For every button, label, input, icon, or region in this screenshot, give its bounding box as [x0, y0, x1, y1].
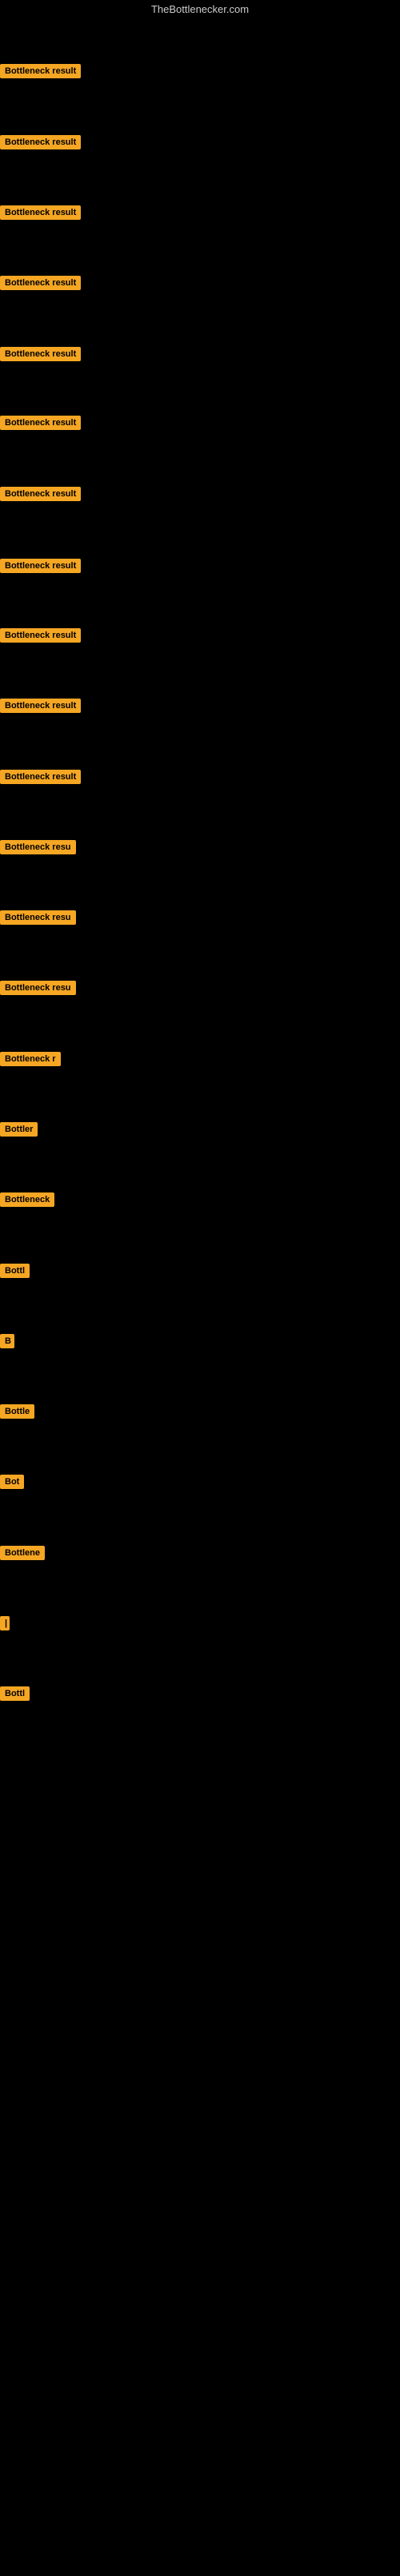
- bottleneck-result-badge[interactable]: B: [0, 1334, 14, 1348]
- bottleneck-result-badge[interactable]: Bottleneck result: [0, 64, 81, 78]
- bottleneck-result-badge[interactable]: Bottleneck result: [0, 699, 81, 713]
- bottleneck-result-row: Bottler: [0, 1122, 38, 1141]
- bottleneck-result-badge[interactable]: Bottl: [0, 1686, 30, 1701]
- bottleneck-result-badge[interactable]: Bottleneck result: [0, 205, 81, 220]
- bottleneck-result-row: Bottleneck result: [0, 559, 81, 577]
- bottleneck-result-badge[interactable]: Bottleneck result: [0, 276, 81, 290]
- bottleneck-result-row: Bottleneck result: [0, 347, 81, 365]
- bottleneck-result-badge[interactable]: Bottleneck: [0, 1192, 54, 1207]
- bottleneck-result-badge[interactable]: Bottleneck r: [0, 1052, 61, 1066]
- bottleneck-result-badge[interactable]: Bottleneck result: [0, 487, 81, 501]
- bottleneck-result-badge[interactable]: Bottleneck resu: [0, 981, 76, 995]
- bottleneck-result-row: Bottl: [0, 1686, 30, 1705]
- bottleneck-result-row: Bottleneck result: [0, 699, 81, 717]
- bottleneck-result-row: Bottleneck result: [0, 628, 81, 647]
- bottleneck-result-badge[interactable]: Bottleneck result: [0, 628, 81, 643]
- bottleneck-result-row: Bottleneck result: [0, 276, 81, 294]
- bottleneck-result-row: Bottleneck: [0, 1192, 54, 1211]
- bottleneck-result-row: Bottleneck result: [0, 64, 81, 82]
- bottleneck-result-badge[interactable]: Bottleneck result: [0, 416, 81, 430]
- bottleneck-result-row: |: [0, 1616, 10, 1634]
- bottleneck-result-row: Bottleneck result: [0, 487, 81, 505]
- bottleneck-result-badge[interactable]: |: [0, 1616, 10, 1630]
- bottleneck-result-badge[interactable]: Bottleneck result: [0, 559, 81, 573]
- bottleneck-result-row: Bottle: [0, 1404, 34, 1423]
- bottleneck-result-row: Bottleneck result: [0, 205, 81, 224]
- bottleneck-result-badge[interactable]: Bottleneck result: [0, 135, 81, 149]
- bottleneck-result-badge[interactable]: Bottleneck result: [0, 347, 81, 361]
- bottleneck-result-row: Bottleneck r: [0, 1052, 61, 1070]
- bottleneck-result-badge[interactable]: Bot: [0, 1475, 24, 1489]
- bottleneck-result-badge[interactable]: Bottler: [0, 1122, 38, 1137]
- bottleneck-result-badge[interactable]: Bottleneck resu: [0, 910, 76, 925]
- bottleneck-result-row: Bottleneck resu: [0, 910, 76, 929]
- bottleneck-result-row: Bottleneck result: [0, 770, 81, 788]
- bottleneck-result-row: Bottleneck resu: [0, 840, 76, 858]
- bottleneck-result-row: Bottl: [0, 1264, 30, 1282]
- bottleneck-result-row: Bottleneck result: [0, 416, 81, 434]
- bottleneck-result-badge[interactable]: Bottleneck resu: [0, 840, 76, 854]
- bottleneck-result-row: B: [0, 1334, 14, 1352]
- bottleneck-result-badge[interactable]: Bottleneck result: [0, 770, 81, 784]
- bottleneck-result-badge[interactable]: Bottl: [0, 1264, 30, 1278]
- bottleneck-result-row: Bottleneck result: [0, 135, 81, 153]
- site-title: TheBottlenecker.com: [0, 0, 400, 18]
- bottleneck-result-row: Bottleneck resu: [0, 981, 76, 999]
- bottleneck-result-badge[interactable]: Bottlene: [0, 1546, 45, 1560]
- bottleneck-result-badge[interactable]: Bottle: [0, 1404, 34, 1419]
- bottleneck-result-row: Bot: [0, 1475, 24, 1493]
- bottleneck-result-row: Bottlene: [0, 1546, 45, 1564]
